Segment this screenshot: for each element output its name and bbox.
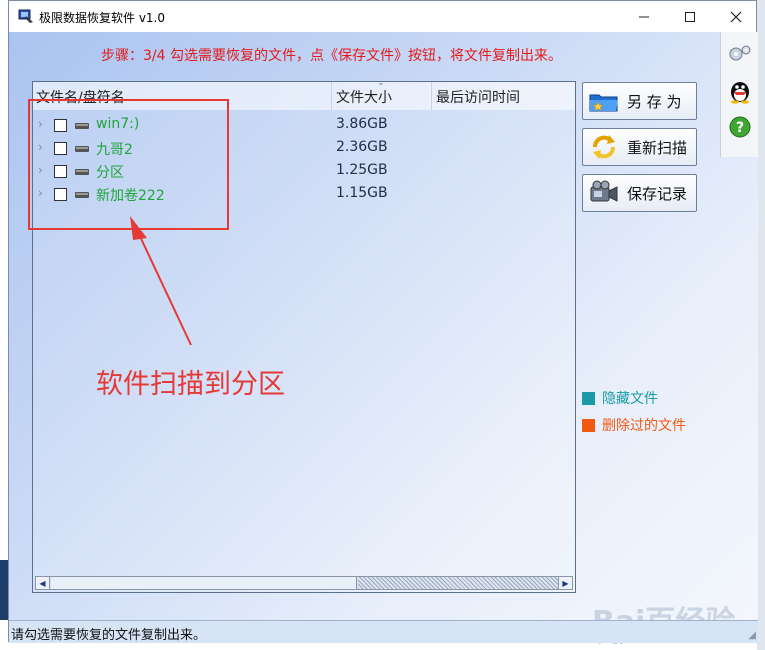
client-area: 步骤：3/4 勾选需要恢复的文件，点《保存文件》按钮，将文件复制出来。 文件名/… [9, 32, 758, 645]
desktop-background-right [757, 0, 765, 650]
annotation-arrow-icon [130, 216, 192, 346]
column-divider[interactable] [431, 82, 432, 110]
app-window: 极限数据恢复软件 v1.0 步骤：3/4 勾选需要恢复的文件，点《保存文件》按钮… [8, 0, 758, 645]
scroll-thumb[interactable] [51, 577, 357, 589]
minimize-button[interactable] [621, 1, 667, 32]
item-size: 1.15GB [336, 185, 388, 201]
desktop-background-left [0, 560, 8, 620]
item-size: 3.86GB [336, 116, 388, 132]
legend-swatch-icon [582, 418, 595, 432]
window-title: 极限数据恢复软件 v1.0 [39, 11, 166, 25]
save-as-button[interactable]: 另 存 为 [582, 82, 697, 120]
help-icon[interactable]: ? [725, 112, 755, 142]
annotation-highlight-box [28, 99, 229, 230]
qq-icon[interactable] [725, 76, 755, 106]
save-record-button[interactable]: 保存记录 [582, 174, 697, 212]
side-toolbar: ? [720, 32, 758, 157]
legend-swatch-icon [582, 391, 595, 405]
horizontal-scrollbar[interactable]: ◀ ▶ [35, 576, 573, 590]
svg-text:?: ? [736, 120, 744, 136]
legend-deleted-files: 删除过的文件 [582, 415, 686, 435]
settings-icon[interactable] [725, 38, 755, 68]
rescan-label: 重新扫描 [627, 138, 688, 157]
column-divider[interactable] [331, 82, 332, 110]
scroll-right-arrow-icon[interactable]: ▶ [558, 577, 572, 589]
maximize-button[interactable] [667, 1, 713, 32]
scroll-left-arrow-icon[interactable]: ◀ [36, 577, 50, 589]
save-record-label: 保存记录 [627, 184, 688, 203]
column-header-size[interactable]: 文件大小 [336, 87, 392, 107]
column-header-last-access[interactable]: 最后访问时间 [436, 87, 520, 107]
record-icon [587, 178, 621, 208]
legend-hidden-files: 隐藏文件 [582, 388, 658, 408]
legend-label: 隐藏文件 [602, 391, 658, 407]
legend-label: 删除过的文件 [602, 418, 686, 434]
status-bar: 请勾选需要恢复的文件复制出来。 ◢ [9, 620, 758, 643]
save-as-icon [587, 86, 621, 116]
app-icon [18, 8, 34, 24]
resize-grip-icon[interactable]: ◢ [748, 630, 756, 641]
save-as-label: 另 存 为 [627, 92, 682, 111]
status-text: 请勾选需要恢复的文件复制出来。 [11, 628, 207, 643]
annotation-text: 软件扫描到分区 [96, 369, 285, 400]
rescan-button[interactable]: 重新扫描 [582, 128, 697, 166]
item-size: 2.36GB [336, 139, 388, 155]
item-size: 1.25GB [336, 162, 388, 178]
title-bar[interactable]: 极限数据恢复软件 v1.0 [9, 1, 756, 32]
close-button[interactable] [713, 1, 759, 32]
scroll-track[interactable] [358, 577, 558, 589]
step-instruction: 步骤：3/4 勾选需要恢复的文件，点《保存文件》按钮，将文件复制出来。 [101, 48, 562, 64]
rescan-icon [587, 132, 621, 162]
